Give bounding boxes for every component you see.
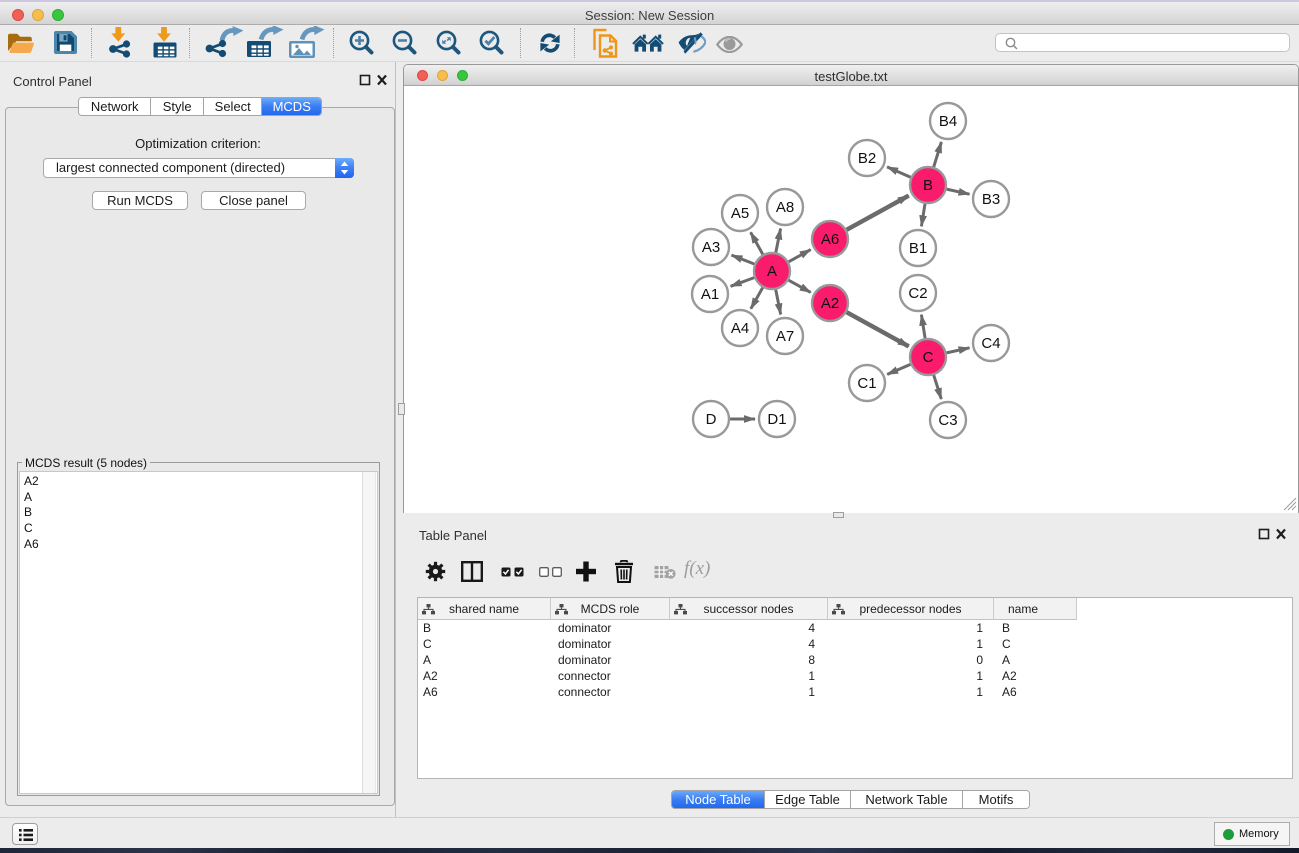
svg-text:A6: A6	[821, 231, 839, 248]
svg-text:C1: C1	[857, 375, 876, 392]
svg-text:A2: A2	[821, 295, 839, 312]
svg-text:A4: A4	[731, 320, 749, 337]
svg-text:B1: B1	[909, 240, 927, 257]
svg-text:D1: D1	[767, 411, 786, 428]
svg-text:C4: C4	[981, 335, 1000, 352]
svg-text:C2: C2	[908, 285, 927, 302]
svg-text:C: C	[923, 349, 934, 366]
svg-text:A: A	[767, 263, 777, 280]
svg-text:C3: C3	[938, 412, 957, 429]
svg-text:A3: A3	[702, 239, 720, 256]
svg-text:B4: B4	[939, 113, 957, 130]
svg-text:A1: A1	[701, 286, 719, 303]
svg-text:A5: A5	[731, 205, 749, 222]
svg-text:B: B	[923, 177, 933, 194]
svg-text:D: D	[706, 411, 717, 428]
svg-text:B2: B2	[858, 150, 876, 167]
svg-text:A8: A8	[776, 199, 794, 216]
svg-text:B3: B3	[982, 191, 1000, 208]
svg-text:A7: A7	[776, 328, 794, 345]
